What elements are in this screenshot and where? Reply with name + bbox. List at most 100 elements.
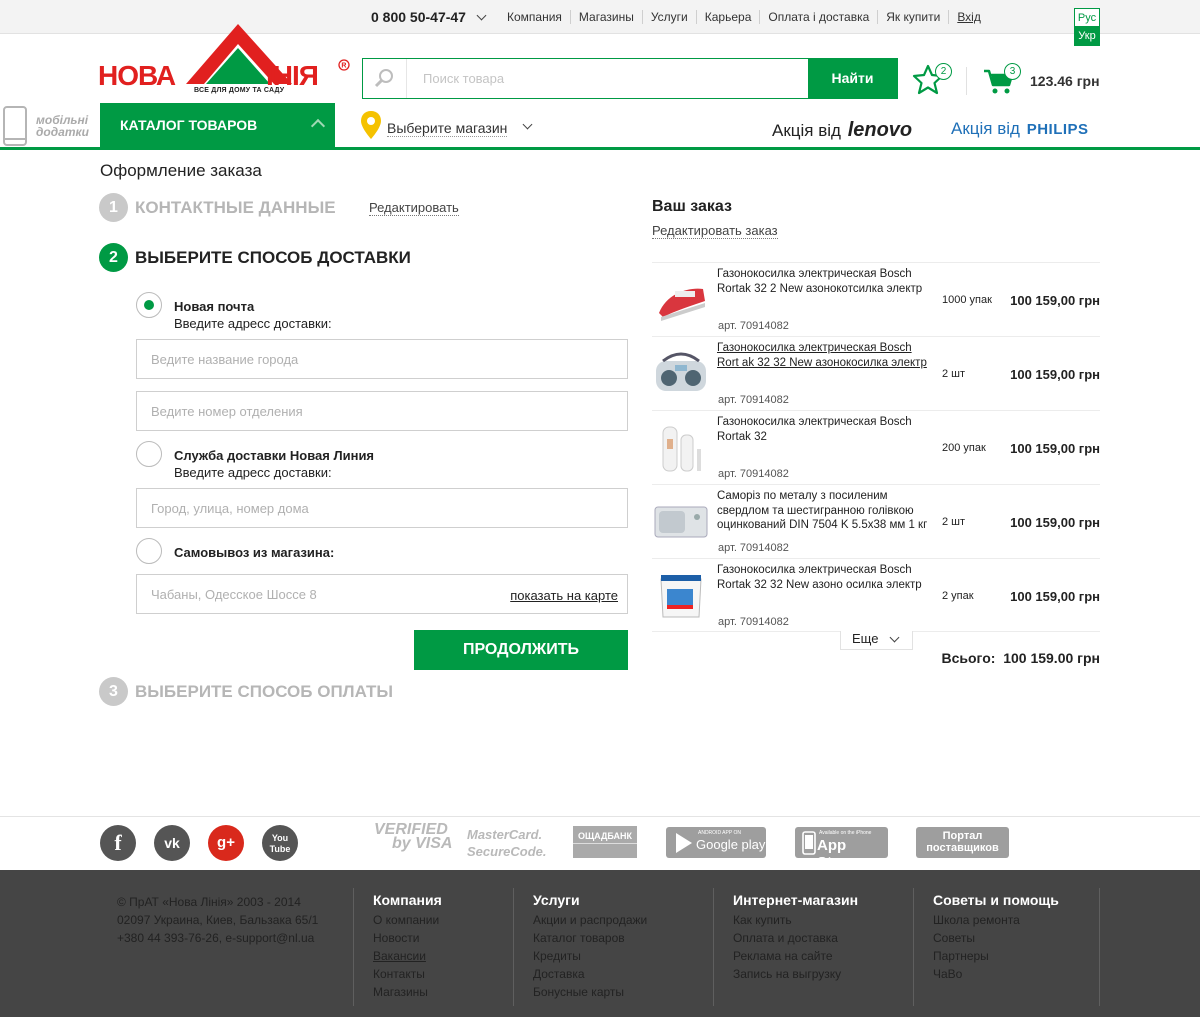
continue-button[interactable]: ПРОДОЛЖИТЬ [414, 630, 628, 670]
product-image[interactable] [653, 493, 709, 551]
product-name[interactable]: Газонокосилка электрическая Bosch Rort a… [717, 341, 929, 370]
google-plus-icon[interactable]: g+ [208, 825, 244, 861]
footer-link[interactable]: Новости [373, 929, 442, 947]
footer-link[interactable]: Кредиты [533, 947, 647, 965]
lang-ru[interactable]: Рус [1074, 8, 1100, 27]
pickup-store-field[interactable]: Чабаны, Одесское Шоссе 8 показать на кар… [136, 574, 628, 614]
footer-col-company: Компания О компании Новости Вакансии Кон… [373, 889, 442, 1001]
lenovo-logo: lenovo [847, 119, 913, 141]
show-on-map-link[interactable]: показать на карте [510, 588, 618, 603]
footer-link[interactable]: Доставка [533, 965, 647, 983]
phone-number[interactable]: 0 800 50-47-47 [371, 9, 487, 25]
logo-word-nova: НОВА [98, 60, 176, 91]
product-name[interactable]: Газонокосилка электрическая Bosch Rortak… [717, 415, 929, 444]
footer-link[interactable]: Реклама на сайте [733, 947, 858, 965]
catalog-button[interactable]: КАТАЛОГ ТОВАРОВ [100, 103, 335, 147]
footer-col-title: Интернет-магазин [733, 892, 859, 908]
address-input[interactable]: Город, улица, номер дома [136, 488, 628, 528]
footer-link[interactable]: Партнеры [933, 947, 1059, 965]
step-payment: 3 ВЫБЕРИТЕ СПОСОБ ОПЛАТЫ [99, 677, 393, 706]
product-price: 100 159,00 грн [1010, 293, 1100, 308]
footer-col-title: Услуги [533, 892, 580, 908]
language-switcher: Рус Укр [1074, 8, 1100, 46]
favorites-button[interactable]: 2 [912, 63, 952, 102]
footer-col-services: Услуги Акции и распродажи Каталог товаро… [533, 889, 647, 1001]
footer-link[interactable]: Как купить [733, 911, 858, 929]
vk-icon[interactable]: vk [154, 825, 190, 861]
top-link-services[interactable]: Услуги [641, 10, 696, 24]
cart-button[interactable]: 3 [982, 63, 1021, 102]
chevron-down-icon[interactable] [476, 10, 487, 21]
radio-nova-liniya-delivery[interactable] [136, 441, 162, 467]
step-delivery: 2 ВЫБЕРИТЕ СПОСОБ ДОСТАВКИ [99, 243, 411, 272]
supplier-portal-button[interactable]: Портал поставщиков [916, 827, 1009, 858]
footer-link[interactable]: Школа ремонта [933, 911, 1059, 929]
edit-contact-link[interactable]: Редактировать [369, 200, 459, 216]
footer-link[interactable]: Вакансии [373, 947, 442, 965]
top-link-stores[interactable]: Магазины [569, 10, 642, 24]
product-image[interactable] [653, 345, 709, 403]
footer-link[interactable]: ЧаВо [933, 965, 1059, 983]
mastercard-securecode-logo: MasterCard. SecureCode. [467, 826, 546, 860]
pickup-store-value: Чабаны, Одесское Шоссе 8 [151, 587, 317, 602]
product-image[interactable] [653, 419, 709, 477]
cart-count: 3 [1004, 63, 1021, 80]
product-image[interactable] [653, 271, 709, 329]
branch-input[interactable]: Ведите номер отделения [136, 391, 628, 431]
top-link-payment-delivery[interactable]: Оплата і доставка [759, 10, 877, 24]
city-input[interactable]: Ведите название города [136, 339, 628, 379]
facebook-icon[interactable]: f [100, 825, 136, 861]
promo-philips[interactable]: Акція від PHILIPS [951, 119, 1089, 139]
app-store-small: Available on the iPhone [819, 830, 872, 836]
product-name[interactable]: Газонокосилка электрическая Bosch Rortak… [717, 267, 929, 296]
step-contact[interactable]: 1 КОНТАКТНЫЕ ДАННЫЕ [99, 193, 336, 222]
footer-link[interactable]: Советы [933, 929, 1059, 947]
securecode-text: SecureCode. [467, 844, 547, 859]
product-article: арт. 70914082 [718, 394, 789, 406]
product-price: 100 159,00 грн [1010, 441, 1100, 456]
google-play-button[interactable]: ANDROID APP ON Google play [666, 827, 766, 858]
footer-about: © ПрАТ «Нова Лінія» 2003 - 2014 02097 Ук… [117, 893, 318, 947]
mobile-apps-line2: додатки [36, 125, 89, 139]
top-link-login[interactable]: Вхід [948, 10, 989, 24]
radio-pickup[interactable] [136, 538, 162, 564]
top-link-career[interactable]: Карьера [695, 10, 760, 24]
order-item: Газонокосилка электрическая Bosch Rortak… [652, 558, 1100, 632]
top-link-company[interactable]: Компания [499, 10, 570, 24]
step-number: 3 [99, 677, 128, 706]
step-number: 2 [99, 243, 128, 272]
option-label: Самовывоз из магазина: [174, 545, 335, 560]
show-more-button[interactable]: Еще [840, 631, 913, 650]
product-name[interactable]: Газонокосилка электрическая Bosch Rortak… [717, 563, 929, 592]
youtube-icon[interactable]: You Tube [262, 825, 298, 861]
footer-link[interactable]: Каталог товаров [533, 929, 647, 947]
mobile-apps-link[interactable]: мобільні додатки [0, 103, 90, 147]
product-name[interactable]: Саморіз по металу з посиленим свердлом т… [717, 489, 929, 533]
promo-lenovo[interactable]: Акція від lenovo [772, 119, 912, 142]
product-qty: 1000 упак [942, 294, 992, 306]
footer-link[interactable]: Акции и распродажи [533, 911, 647, 929]
radio-nova-poshta[interactable] [136, 292, 162, 318]
order-title: Ваш заказ [652, 198, 732, 215]
top-link-how-to-buy[interactable]: Як купити [877, 10, 948, 24]
product-image[interactable] [653, 567, 709, 625]
lang-uk[interactable]: Укр [1074, 27, 1100, 46]
step-title: КОНТАКТНЫЕ ДАННЫЕ [135, 197, 336, 217]
total-label: Всього: [941, 650, 996, 666]
footer-link[interactable]: Контакты [373, 965, 442, 983]
footer-link[interactable]: Запись на выгрузку [733, 965, 858, 983]
location-pin-icon [361, 111, 381, 139]
app-store-button[interactable]: Available on the iPhone App Store [795, 827, 888, 871]
footer-link[interactable]: Магазины [373, 983, 442, 1001]
cart-total[interactable]: 123.46 грн [1030, 73, 1100, 89]
footer-link[interactable]: Бонусные карты [533, 983, 647, 1001]
footer-divider [1099, 888, 1100, 1006]
site-logo[interactable]: R НОВА ІНІЯ ВСЕ ДЛЯ ДОМУ ТА САДУ [98, 22, 350, 98]
step-title: ВЫБЕРИТЕ СПОСОБ ОПЛАТЫ [135, 681, 394, 701]
search-button[interactable]: Найти [808, 59, 897, 98]
search-input[interactable]: Поиск товара [423, 71, 504, 86]
footer-link[interactable]: О компании [373, 911, 442, 929]
footer-link[interactable]: Оплата и доставка [733, 929, 858, 947]
edit-order-link[interactable]: Редактировать заказ [652, 223, 778, 239]
mastercard-text: MasterCard. [467, 827, 543, 842]
